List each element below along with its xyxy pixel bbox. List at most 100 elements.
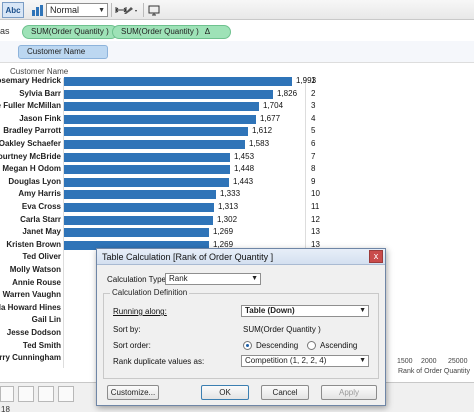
- sheet-tab[interactable]: [0, 386, 14, 402]
- order-quantity-bar[interactable]: [64, 165, 230, 175]
- rank-value: 11: [311, 202, 320, 211]
- customer-name-label: Bradley Parrott: [3, 126, 61, 136]
- customer-name-label: Jesse Dodson: [6, 328, 61, 337]
- show-labels-button[interactable]: Abc: [2, 2, 24, 18]
- customer-name-label: Sylvia Barr: [19, 88, 61, 98]
- customer-name-label: gela Howard Hines: [0, 302, 61, 312]
- rank-value: 3: [311, 101, 316, 111]
- customer-name-label: Gail Lin: [31, 315, 61, 325]
- order-quantity-bar[interactable]: [64, 102, 259, 112]
- rank-value: 1: [311, 76, 316, 85]
- order-quantity-bar[interactable]: [64, 140, 245, 149]
- axis-title: Rank of Order Quantity: [398, 368, 470, 375]
- presentation-icon[interactable]: [146, 2, 162, 18]
- new-dashboard-icon[interactable]: [38, 386, 54, 402]
- table-calc-delta-icon: Δ: [204, 27, 211, 36]
- customer-name-label: Molly Watson: [9, 265, 61, 274]
- customer-name-label: Douglas Lyon: [8, 176, 61, 186]
- order-quantity-bar[interactable]: [64, 177, 229, 187]
- customer-name-label: Annie Rouse: [12, 277, 61, 287]
- customer-name-label: Eva Cross: [21, 202, 61, 211]
- order-quantity-bar[interactable]: [64, 228, 209, 238]
- customer-name-label: Jason Fink: [19, 113, 61, 123]
- table-calculation-dialog: Table Calculation [Rank of Order Quantit…: [96, 248, 386, 406]
- rank-value: 10: [311, 189, 320, 199]
- order-quantity-bar[interactable]: [64, 114, 256, 124]
- rows-shelf[interactable]: Customer Name: [0, 41, 474, 63]
- pen-icon[interactable]: [120, 2, 142, 18]
- cancel-button[interactable]: Cancel: [261, 385, 309, 400]
- bar-value-label: 1,612: [252, 126, 273, 136]
- bar-value-label: 1,453: [234, 151, 255, 161]
- order-quantity-bar[interactable]: [64, 215, 213, 225]
- rank-duplicate-value: Competition (1, 2, 2, 4): [245, 356, 327, 365]
- chevron-down-icon: ▼: [359, 307, 366, 314]
- mark-type-value: Normal: [50, 5, 80, 15]
- rank-duplicate-label: Rank duplicate values as:: [113, 357, 205, 366]
- bar-value-label: 1,302: [217, 214, 238, 224]
- running-along-value: Table (Down): [245, 306, 295, 315]
- bar-value-label: 1,333: [220, 189, 241, 199]
- calc-type-value: Rank: [169, 274, 188, 283]
- toolbar-divider: [143, 3, 144, 17]
- rank-value: 6: [311, 139, 316, 148]
- bar-value-label: 1,677: [260, 113, 281, 123]
- rank-value: 2: [311, 88, 316, 98]
- column-pill-sum-order-quantity[interactable]: SUM(Order Quantity ): [22, 25, 118, 39]
- ok-button[interactable]: OK: [201, 385, 249, 400]
- order-quantity-bar[interactable]: [64, 190, 216, 200]
- customer-name-label: Ted Oliver: [22, 252, 61, 262]
- customize-button[interactable]: Customize...: [107, 385, 159, 400]
- rank-value: 13: [311, 227, 320, 237]
- order-quantity-bar[interactable]: [64, 127, 248, 137]
- customer-name-label: Amy Harris: [18, 189, 61, 199]
- status-text: 18: [1, 405, 10, 412]
- ascending-label[interactable]: Ascending: [320, 341, 357, 350]
- group-title: Calculation Definition: [110, 288, 190, 297]
- descending-radio[interactable]: [243, 341, 252, 350]
- descending-label[interactable]: Descending: [256, 341, 298, 350]
- rank-value: 7: [311, 151, 316, 161]
- chevron-down-icon: ▼: [251, 275, 258, 282]
- customer-name-label: Courtney McBride: [0, 151, 61, 161]
- rank-value: 12: [311, 214, 320, 224]
- bar-value-label: 1,269: [213, 227, 234, 237]
- row-pill-customer-name[interactable]: Customer Name: [18, 45, 108, 59]
- rank-value: 4: [311, 113, 316, 123]
- toolbar: Abc Normal ▼: [0, 0, 474, 20]
- new-story-icon[interactable]: [58, 386, 74, 402]
- new-sheet-icon[interactable]: [18, 386, 34, 402]
- chevron-down-icon: ▼: [98, 7, 105, 14]
- axis-tick-label: 2000: [421, 358, 437, 365]
- bar-value-label: 1,448: [234, 164, 255, 174]
- customer-name-label: rne Fuller McMillan: [0, 101, 61, 111]
- customer-name-label: Janet May: [22, 227, 61, 237]
- close-icon[interactable]: x: [369, 250, 383, 263]
- customer-name-label: Warren Vaughn: [2, 290, 61, 300]
- customer-name-label: Barry Cunningham: [0, 353, 61, 363]
- order-quantity-bar[interactable]: [64, 152, 230, 162]
- bar-value-label: 1,313: [218, 202, 239, 211]
- columns-shelf-label: as: [0, 26, 10, 36]
- order-quantity-bar[interactable]: [64, 203, 214, 212]
- mark-type-select[interactable]: Normal ▼: [46, 3, 108, 17]
- calc-type-select[interactable]: Rank ▼: [165, 273, 261, 285]
- customer-name-label: Ted Smith: [22, 340, 61, 350]
- columns-shelf[interactable]: as SUM(Order Quantity ) SUM(Order Quanti…: [0, 21, 474, 43]
- bar-value-label: 1,826: [277, 88, 298, 98]
- column-pill-rank-order-quantity[interactable]: SUM(Order Quantity ) Δ: [112, 25, 232, 39]
- order-quantity-bar[interactable]: [64, 89, 273, 99]
- customer-name-label: Rosemary Hedrick: [0, 76, 61, 85]
- ascending-radio[interactable]: [307, 341, 316, 350]
- rank-duplicate-select[interactable]: Competition (1, 2, 2, 4) ▼: [241, 355, 369, 367]
- axis-tick-label: 25000: [448, 358, 468, 365]
- column-pill-label: SUM(Order Quantity ): [121, 27, 199, 36]
- apply-button[interactable]: Apply: [321, 385, 377, 400]
- order-quantity-bar[interactable]: [64, 77, 292, 86]
- sort-by-label: Sort by:: [113, 325, 141, 334]
- running-along-label: Running along:: [113, 307, 167, 316]
- customer-name-label: Carla Starr: [20, 214, 61, 224]
- running-along-select[interactable]: Table (Down) ▼: [241, 305, 369, 317]
- bar-value-label: 1,443: [233, 176, 254, 186]
- calc-type-label: Calculation Type:: [107, 275, 169, 284]
